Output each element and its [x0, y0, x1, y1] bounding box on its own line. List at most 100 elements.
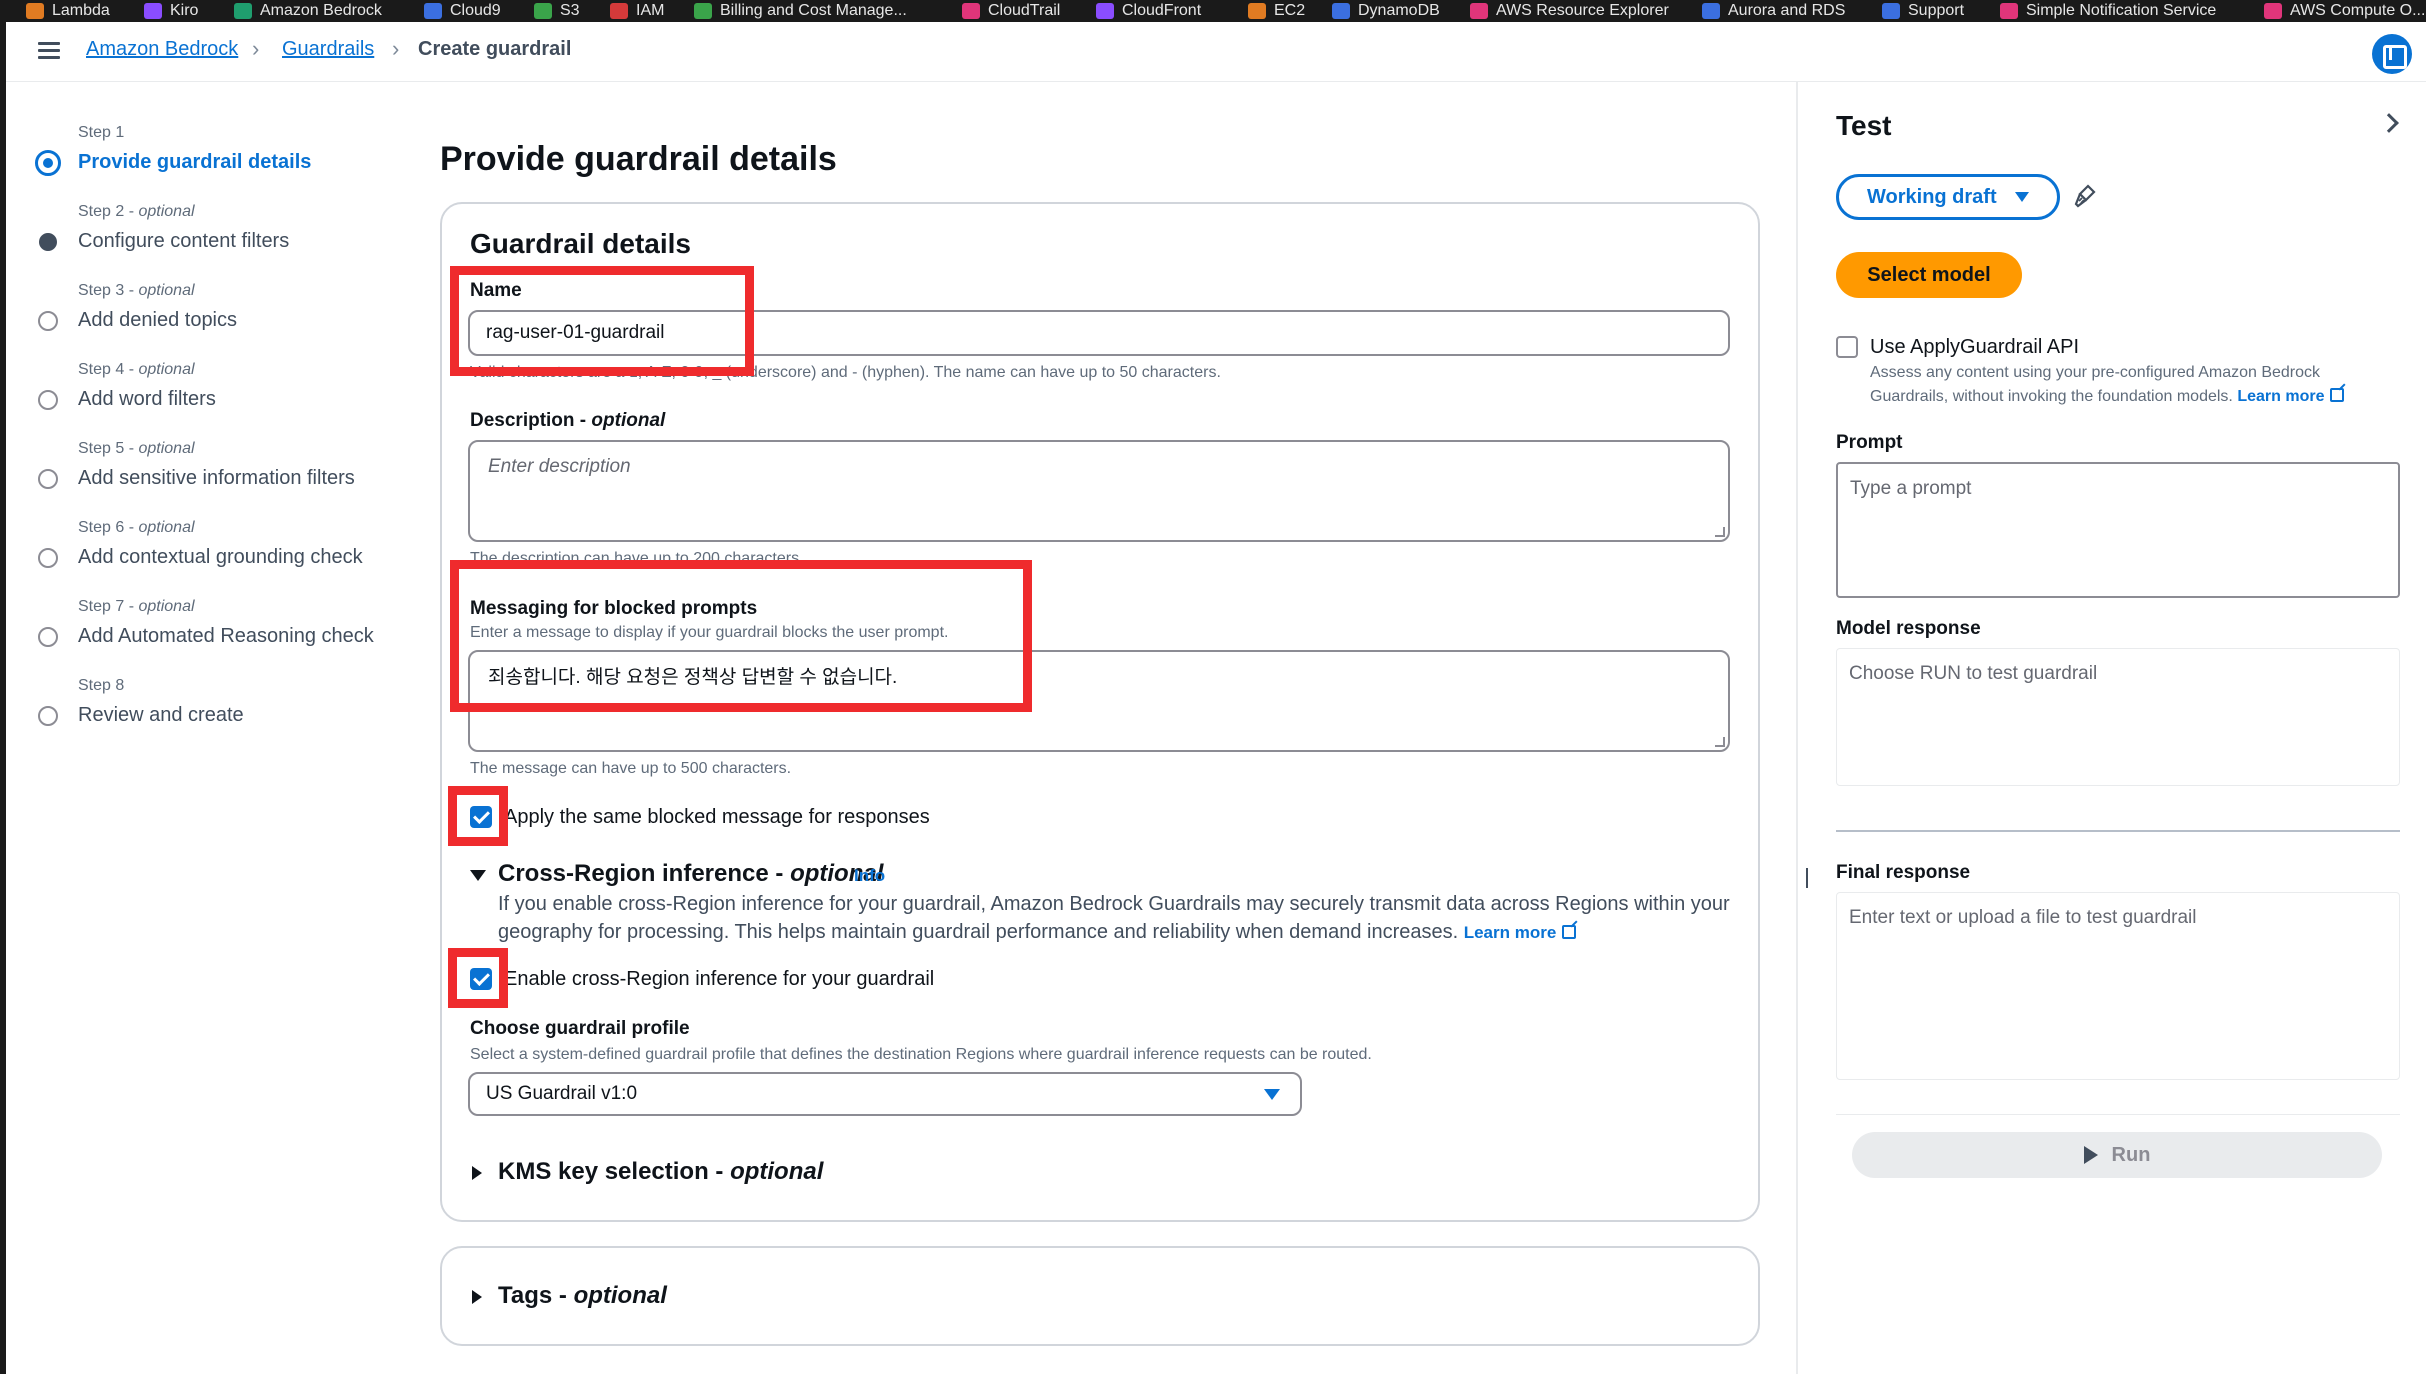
panel-divider — [1836, 830, 2400, 832]
s3-icon — [534, 3, 552, 19]
step-title[interactable]: Add word filters — [78, 388, 216, 411]
split-panel-toggle-icon[interactable] — [2372, 34, 2412, 74]
window-edge — [0, 22, 6, 1374]
bookmark-cloudfront[interactable]: CloudFront — [1096, 0, 1201, 22]
same-message-label[interactable]: Apply the same blocked message for respo… — [504, 806, 930, 829]
ec2-icon — [1248, 3, 1266, 19]
highlight-box — [448, 948, 508, 1008]
resize-grip-icon[interactable] — [1715, 737, 1725, 747]
bookmarks-bar: Lambda Kiro Amazon Bedrock Cloud9 S3 IAM… — [0, 0, 2426, 22]
resize-handle[interactable] — [1806, 868, 1808, 888]
prompt-placeholder: Type a prompt — [1850, 478, 1972, 499]
bookmark-compute-optimizer[interactable]: AWS Compute O... — [2264, 0, 2425, 22]
apply-guardrail-api-checkbox[interactable] — [1836, 336, 1858, 358]
dynamodb-icon — [1332, 3, 1350, 19]
cloud9-icon — [424, 3, 442, 19]
model-response-label: Model response — [1836, 618, 1981, 639]
top-navigation-bar: Amazon Bedrock › Guardrails › Create gua… — [6, 22, 2426, 82]
chevron-right-icon: › — [252, 36, 260, 61]
bookmark-iam[interactable]: IAM — [610, 0, 664, 22]
model-response-placeholder: Choose RUN to test guardrail — [1849, 663, 2098, 684]
step-number: Step 5 - optional — [78, 440, 195, 457]
caret-right-icon[interactable] — [472, 1166, 482, 1180]
chevron-right-icon: › — [392, 36, 400, 61]
bookmark-support[interactable]: Support — [1882, 0, 1964, 22]
breadcrumb-guardrails[interactable]: Guardrails — [282, 38, 374, 61]
step-number: Step 6 - optional — [78, 519, 195, 536]
bookmark-lambda[interactable]: Lambda — [26, 0, 110, 22]
step-status-icon — [39, 233, 57, 251]
cloudtrail-icon — [962, 3, 980, 19]
step-status-icon — [38, 627, 58, 647]
bookmark-ec2[interactable]: EC2 — [1248, 0, 1305, 22]
highlight-box — [450, 266, 754, 376]
clear-brush-icon[interactable] — [2074, 184, 2096, 208]
step-number: Step 2 - optional — [78, 203, 195, 220]
iam-icon — [610, 3, 628, 19]
step-title[interactable]: Provide guardrail details — [78, 151, 311, 174]
caret-right-icon[interactable] — [472, 1290, 482, 1304]
step-title[interactable]: Add denied topics — [78, 309, 237, 332]
prompt-label: Prompt — [1836, 432, 1903, 453]
bookmark-dynamodb[interactable]: DynamoDB — [1332, 0, 1440, 22]
apply-guardrail-api-label[interactable]: Use ApplyGuardrail API — [1870, 336, 2079, 359]
step-status-icon — [38, 548, 58, 568]
cross-region-enable-label[interactable]: Enable cross-Region inference for your g… — [504, 968, 934, 991]
cloudfront-icon — [1096, 3, 1114, 19]
prompt-textarea[interactable]: Type a prompt — [1836, 462, 2400, 598]
bookmark-bedrock[interactable]: Amazon Bedrock — [234, 0, 382, 22]
cross-region-info-link[interactable]: Info — [854, 866, 885, 886]
resize-grip-icon[interactable] — [1715, 527, 1725, 537]
test-panel-title: Test — [1836, 110, 1892, 141]
bookmark-billing[interactable]: Billing and Cost Manage... — [694, 0, 907, 22]
description-placeholder: Enter description — [488, 456, 631, 477]
bookmark-cloud9[interactable]: Cloud9 — [424, 0, 501, 22]
step-title[interactable]: Configure content filters — [78, 230, 289, 253]
step-title[interactable]: Review and create — [78, 704, 244, 727]
card-title: Guardrail details — [470, 228, 691, 259]
step-number: Step 7 - optional — [78, 598, 195, 615]
billing-icon — [694, 3, 712, 19]
step-title[interactable]: Add Automated Reasoning check — [78, 625, 374, 648]
final-response-label: Final response — [1836, 862, 1971, 883]
bookmark-s3[interactable]: S3 — [534, 0, 580, 22]
bookmark-resource-explorer[interactable]: AWS Resource Explorer — [1470, 0, 1669, 22]
apply-guardrail-learn-more-link[interactable]: Learn more — [2237, 388, 2345, 405]
guardrail-profile-select[interactable]: US Guardrail v1:0 — [468, 1072, 1302, 1116]
cross-region-title: Cross-Region inference - optional — [498, 860, 884, 887]
menu-icon[interactable] — [38, 42, 60, 60]
select-model-button[interactable]: Select model — [1836, 252, 2022, 298]
step-title[interactable]: Add contextual grounding check — [78, 546, 363, 569]
step-number: Step 4 - optional — [78, 361, 195, 378]
bookmark-aurora[interactable]: Aurora and RDS — [1702, 0, 1845, 22]
final-response-box[interactable]: Enter text or upload a file to test guar… — [1836, 892, 2400, 1080]
step-status-icon — [38, 706, 58, 726]
model-response-box: Choose RUN to test guardrail — [1836, 648, 2400, 786]
profile-hint: Select a system-defined guardrail profil… — [470, 1046, 1372, 1063]
resource-explorer-icon — [1470, 3, 1488, 19]
bookmark-kiro[interactable]: Kiro — [144, 0, 198, 22]
description-label: Description - optional — [470, 410, 666, 431]
compute-optimizer-icon — [2264, 3, 2282, 19]
play-icon — [2083, 1146, 2098, 1164]
step-title[interactable]: Add sensitive information filters — [78, 467, 355, 490]
final-response-placeholder: Enter text or upload a file to test guar… — [1849, 907, 2197, 928]
cross-region-description: If you enable cross-Region inference for… — [498, 893, 1730, 943]
caret-down-icon — [2015, 192, 2029, 202]
bookmark-sns[interactable]: Simple Notification Service — [2000, 0, 2216, 22]
step-status-icon — [38, 390, 58, 410]
caret-down-icon — [1264, 1089, 1280, 1100]
version-dropdown-button[interactable]: Working draft — [1836, 174, 2060, 220]
apply-guardrail-desc-1: Assess any content using your pre-config… — [1870, 364, 2321, 381]
external-link-icon — [2330, 388, 2345, 402]
breadcrumb-amazon-bedrock[interactable]: Amazon Bedrock — [86, 38, 238, 61]
bedrock-icon — [234, 3, 252, 19]
kiro-icon — [144, 3, 162, 19]
caret-down-icon[interactable] — [470, 870, 486, 881]
highlight-box — [450, 560, 1032, 712]
bookmark-cloudtrail[interactable]: CloudTrail — [962, 0, 1060, 22]
page-title: Provide guardrail details — [440, 140, 837, 178]
cross-region-learn-more-link[interactable]: Learn more — [1464, 923, 1577, 942]
description-textarea[interactable]: Enter description — [468, 440, 1730, 542]
run-button[interactable]: Run — [1852, 1132, 2382, 1178]
